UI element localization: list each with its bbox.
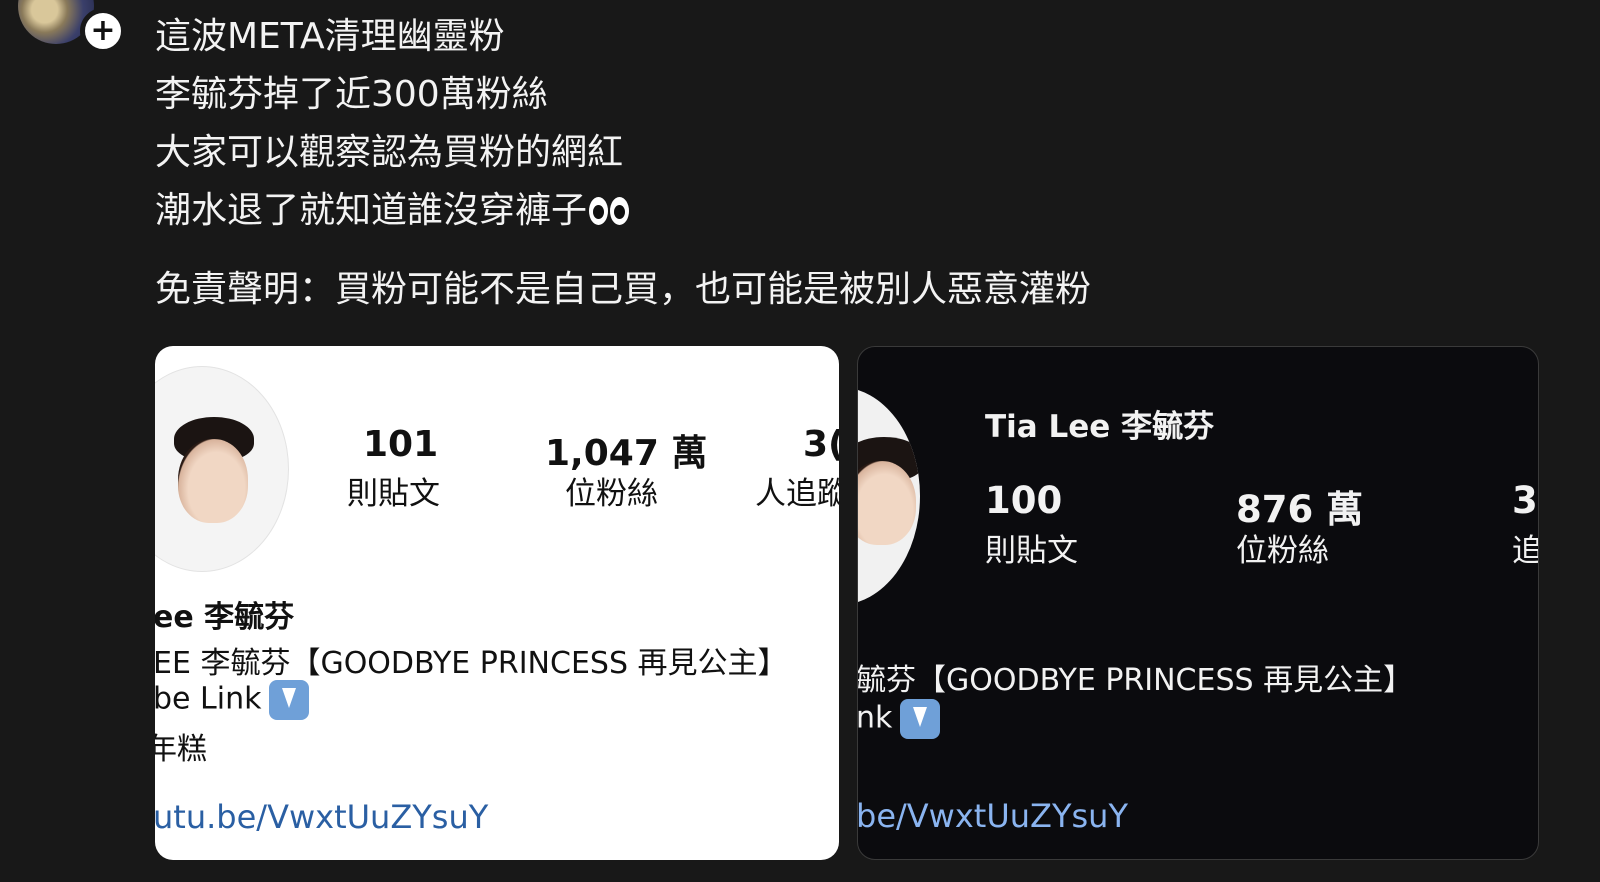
profile-bio-line-3: 年糕: [155, 732, 207, 767]
posts-label: 則貼文: [347, 476, 440, 512]
author-avatar-group[interactable]: +: [18, 0, 128, 54]
post-body: 這波META清理幽靈粉 李毓芬掉了近300萬粉絲 大家可以觀察認為買粉的網紅 潮…: [155, 8, 631, 240]
profile-bio-line-2: be Link: [155, 680, 310, 720]
post-line-3: 大家可以觀察認為買粉的網紅: [155, 132, 624, 173]
profile-name: ee 李毓芬: [155, 600, 295, 635]
profile-screenshot-after[interactable]: Tia Lee 李毓芬 100 則貼文 876 萬 位粉絲 3 追 毓芬【GOO…: [857, 346, 1539, 860]
post-disclaimer: 免責聲明：買粉可能不是自己買，也可能是被別人惡意灌粉: [155, 269, 1092, 310]
followers-label: 位粉絲: [1236, 533, 1329, 569]
following-label: 人追蹤: [755, 476, 839, 512]
profile-bio-line-1: EE 李毓芬【GOODBYE PRINCESS 再見公主】: [155, 646, 788, 681]
profile-bio-line-1: 毓芬【GOODBYE PRINCESS 再見公主】: [857, 663, 1414, 698]
posts-count: 100: [985, 479, 1063, 522]
down-arrow-emoji-icon: [900, 699, 941, 739]
post-line-2: 李毓芬掉了近300萬粉絲: [155, 74, 548, 115]
followers-label: 位粉絲: [565, 476, 658, 512]
down-arrow-emoji-icon: [269, 680, 310, 720]
profile-picture: [155, 366, 289, 572]
profile-name: Tia Lee 李毓芬: [985, 409, 1215, 445]
plus-icon: +: [90, 13, 116, 48]
follow-button[interactable]: +: [80, 8, 126, 54]
profile-bio-line-2: nk: [858, 699, 941, 739]
profile-link[interactable]: utu.be/VwxtUuZYsuY: [155, 798, 488, 836]
profile-picture: [858, 387, 920, 605]
following-label: 追: [1512, 525, 1538, 570]
post-line-4: 潮水退了就知道誰沒穿褲子: [155, 182, 631, 240]
profile-screenshot-before[interactable]: 101 則貼文 1,047 萬 位粉絲 3( 人追蹤 ee 李毓芬 EE 李毓芬…: [155, 346, 839, 860]
profile-link[interactable]: be/VwxtUuZYsuY: [858, 797, 1128, 835]
posts-count: 101: [363, 424, 439, 465]
eyes-emoji-icon: [589, 197, 631, 227]
post-line-1: 這波META清理幽靈粉: [155, 16, 505, 57]
following-count: 3(: [803, 424, 839, 465]
following-count: 3: [1512, 479, 1538, 522]
posts-label: 則貼文: [985, 533, 1078, 569]
